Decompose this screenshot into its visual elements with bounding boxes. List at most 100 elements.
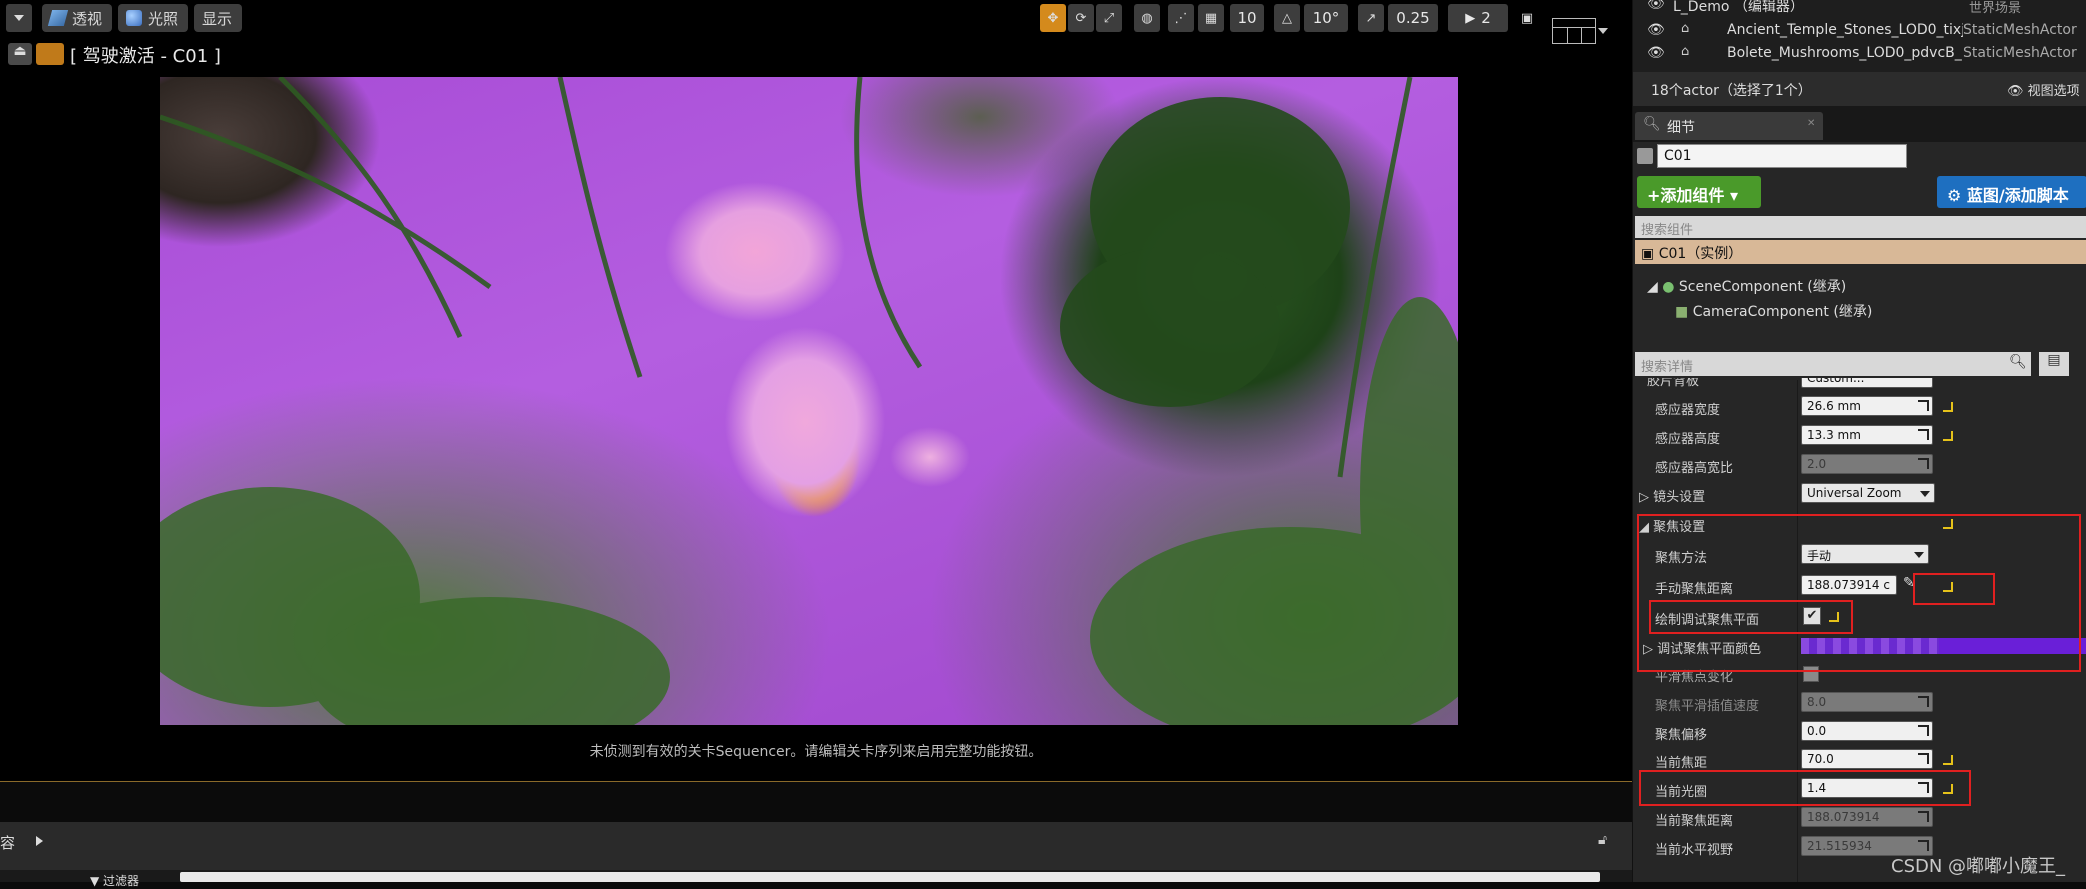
grid-snap-icon[interactable]: ▦ — [1198, 4, 1224, 32]
annotation-box-aperture — [1639, 770, 1971, 806]
view-options-label: 视图选项 — [2027, 84, 2080, 99]
sensor-aspect-field: 2.0 — [1801, 454, 1933, 474]
maximize-viewport-icon[interactable]: ▣ — [1514, 4, 1540, 32]
add-component-button[interactable]: +添加组件 ▾ — [1637, 176, 1761, 208]
outliner-row-name[interactable]: Bolete_Mushrooms_LOD0_pdvcB_1 — [1727, 45, 1963, 61]
current-focal-length-value: 70.0 — [1807, 752, 1834, 766]
sensor-width-label: 感应器宽度 — [1655, 403, 1721, 418]
current-hfov-value: 21.515934 — [1807, 839, 1872, 853]
pilot-camera-icon[interactable] — [36, 43, 64, 65]
chevron-right-icon[interactable] — [36, 836, 43, 846]
level-viewport[interactable]: 透视 光照 显示 ✥ ⟳ ⤢ ◍ ⋰ ▦ 10 △ 10° ↗ 0.25 ▶ 2… — [0, 0, 1632, 782]
filmback-label: 胶片背板 — [1647, 378, 1700, 388]
filter-button[interactable]: ▼ 过滤器 — [90, 872, 139, 889]
search-icon: 🔍︎ — [2009, 354, 2027, 370]
filter-label: 过滤器 — [103, 874, 140, 888]
filmback-value[interactable]: Custom... — [1801, 378, 1933, 388]
scale-tool-icon[interactable]: ⤢ — [1096, 4, 1122, 32]
blueprint-label: 蓝图/添加脚本 — [1966, 186, 2069, 205]
focus-smooth-speed-label: 聚焦平滑插值速度 — [1655, 699, 1760, 714]
camera-speed-button[interactable]: ▶ 2 — [1448, 4, 1508, 32]
lens-settings-label: 镜头设置 — [1653, 490, 1706, 505]
add-component-label: 添加组件 — [1660, 186, 1725, 205]
lens-settings-row[interactable]: ▷ 镜头设置 — [1639, 486, 1705, 505]
annotation-box-focus-settings — [1637, 514, 2081, 672]
static-mesh-icon: ⌂ — [1681, 44, 1690, 59]
show-button[interactable]: 显示 — [194, 4, 242, 32]
chevron-down-icon[interactable] — [1598, 28, 1608, 34]
object-name-input[interactable]: C01 — [1657, 144, 1907, 168]
sensor-height-value: 13.3 mm — [1807, 428, 1861, 442]
rotate-tool-icon[interactable]: ⟳ — [1068, 4, 1094, 32]
view-options-button[interactable]: 👁︎ 视图选项 — [2007, 80, 2080, 99]
focus-offset-label: 聚焦偏移 — [1655, 728, 1708, 743]
show-label: 显示 — [202, 9, 233, 28]
rotate-snap-icon[interactable]: △ — [1274, 4, 1300, 32]
current-focal-length-label: 当前焦距 — [1655, 756, 1708, 771]
tree-item-camera-component[interactable]: ■ CameraComponent (继承) — [1675, 301, 1872, 321]
search-details-input[interactable]: 搜索详情 — [1635, 352, 2031, 376]
property-matrix-icon[interactable]: ▤ — [2039, 352, 2069, 376]
rotate-snap-value[interactable]: 10° — [1304, 4, 1348, 32]
current-focus-distance-field: 188.073914 — [1801, 807, 1933, 827]
eye-icon[interactable]: 👁︎ — [1647, 0, 1665, 12]
tree-item-scene-component[interactable]: ◢ ● SceneComponent (继承) — [1647, 276, 1846, 296]
content-browser-panel: 容 🔓︎ ▼ 过滤器 — [0, 822, 1632, 888]
scale-snap-icon[interactable]: ↗ — [1358, 4, 1384, 32]
scale-snap-value[interactable]: 0.25 — [1388, 4, 1438, 32]
viewport-scene-image[interactable] — [160, 77, 1458, 725]
instance-row[interactable]: ▣ C01（实例） — [1635, 240, 2086, 264]
content-browser-tab[interactable]: 容 — [0, 832, 15, 853]
reset-to-default-icon[interactable] — [1943, 431, 1953, 441]
grid-snap-value[interactable]: 10 — [1230, 4, 1264, 32]
reset-to-default-icon[interactable] — [1943, 402, 1953, 412]
lock-icon[interactable]: 🔓︎ — [1598, 832, 1607, 848]
lighting-label: 光照 — [148, 9, 179, 28]
layout-grid-icon[interactable] — [1552, 18, 1596, 44]
sensor-height-field[interactable]: 13.3 mm — [1801, 425, 1933, 445]
foliage-overlay — [160, 77, 1458, 725]
focus-smooth-speed-value: 8.0 — [1807, 695, 1827, 709]
perspective-label: 透视 — [72, 9, 103, 28]
content-search-input[interactable] — [180, 872, 1600, 882]
scene-component-icon: ● — [1662, 279, 1675, 295]
search-icon: 🔍︎ — [1643, 116, 1661, 132]
outliner-row-name[interactable]: L_Demo （编辑器） — [1673, 0, 1804, 16]
viewport-options-button[interactable] — [6, 4, 32, 32]
sensor-width-field[interactable]: 26.6 mm — [1801, 396, 1933, 416]
world-outliner: 👁︎ L_Demo （编辑器） 世界场景 👁︎ ⌂ Ancient_Temple… — [1633, 0, 2086, 72]
search-components-input[interactable]: 搜索组件 — [1635, 216, 2086, 238]
focus-offset-value: 0.0 — [1807, 724, 1827, 738]
tree-label: CameraComponent (继承) — [1692, 304, 1873, 320]
tab-details-label: 细节 — [1667, 120, 1695, 136]
translate-tool-icon[interactable]: ✥ — [1040, 4, 1066, 32]
annotation-box-draw-debug — [1649, 600, 1853, 634]
annotation-box-eyedropper — [1913, 573, 1995, 605]
sensor-width-value: 26.6 mm — [1807, 399, 1861, 413]
sequencer-warning-text: 未侦测到有效的关卡Sequencer。请编辑关卡序列来启用完整功能按钮。 — [589, 744, 1043, 760]
outliner-row-type: StaticMeshActor — [1963, 45, 2077, 61]
eye-icon[interactable]: 👁︎ — [1647, 45, 1665, 61]
close-icon[interactable]: ✕ — [1807, 118, 1815, 129]
perspective-button[interactable]: 透视 — [42, 4, 112, 32]
blueprint-button[interactable]: ⚙︎ 蓝图/添加脚本 — [1937, 176, 2086, 208]
focus-smooth-speed-field: 8.0 — [1801, 692, 1933, 712]
chevron-down-icon — [14, 15, 24, 21]
sensor-aspect-value: 2.0 — [1807, 457, 1827, 471]
filmback-row: 胶片背板 Custom... — [1633, 378, 2086, 388]
lens-settings-dropdown[interactable]: Universal Zoom — [1801, 483, 1935, 503]
world-local-icon[interactable]: ◍ — [1134, 4, 1160, 32]
reset-to-default-icon[interactable] — [1943, 755, 1953, 765]
lit-sphere-icon — [126, 10, 142, 26]
lighting-button[interactable]: 光照 — [118, 4, 188, 32]
actor-count: 18个actor（选择了1个） — [1651, 83, 1812, 99]
surface-snap-icon[interactable]: ⋰ — [1168, 4, 1194, 32]
focus-offset-field[interactable]: 0.0 — [1801, 721, 1933, 741]
eye-icon[interactable]: 👁︎ — [1647, 22, 1665, 38]
outliner-row-name[interactable]: Ancient_Temple_Stones_LOD0_tixje — [1727, 22, 1963, 38]
current-focal-length-field[interactable]: 70.0 — [1801, 749, 1933, 769]
tab-details[interactable]: 🔍︎ 细节 ✕ — [1635, 112, 1823, 140]
static-mesh-icon: ⌂ — [1681, 21, 1690, 36]
camera-icon: ▶ — [1465, 10, 1476, 26]
eject-pilot-icon[interactable]: ⏏ — [8, 43, 32, 65]
